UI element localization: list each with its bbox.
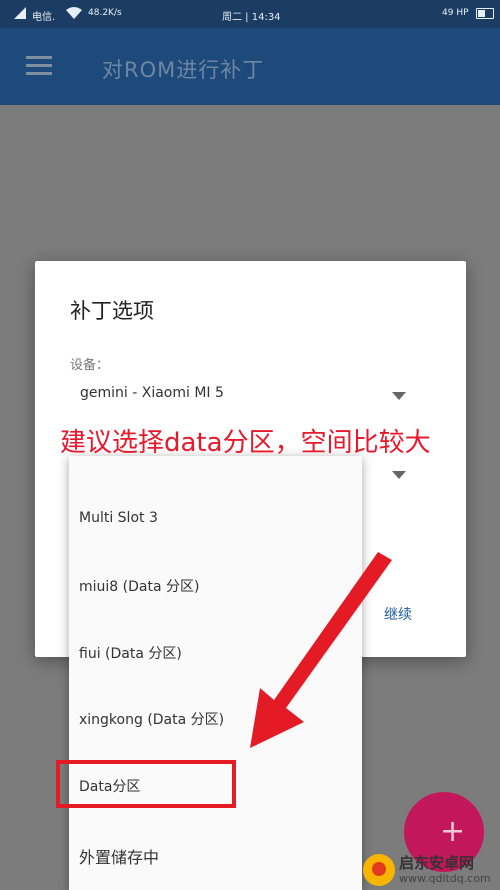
continue-button[interactable]: 继续 [384,604,412,624]
device-label: 设备： [70,358,110,373]
clock: 周二 | 14:34 [222,12,281,23]
dropdown-item[interactable]: xingkong (Data 分区) [79,709,224,729]
watermark-name: 启东安卓网 [399,854,475,872]
page-title: 对ROM进行补丁 [102,58,265,82]
dropdown-item[interactable]: miui8 (Data 分区) [79,576,199,596]
signal-icon [14,7,26,19]
carrier-text: 电信. [32,12,56,23]
plus-icon: + [440,814,466,849]
app-bar: 对ROM进行补丁 [0,28,500,105]
battery-icon [476,8,494,19]
highlight-box [56,760,236,808]
dropdown-item[interactable]: Multi Slot 3 [79,510,158,526]
battery-text: 49 HP [442,8,469,18]
watermark-logo-icon [363,854,395,886]
dropdown-item[interactable]: 外置储存中 [79,844,159,868]
annotation-text: 建议选择data分区，空间比较大 [60,428,431,458]
menu-icon[interactable] [26,56,52,76]
chevron-down-icon[interactable] [392,392,406,400]
watermark-url: www.qdltdq.com [399,872,491,885]
device-select[interactable]: gemini - Xiaomi MI 5 [80,385,224,401]
watermark: 启东安卓网 www.qdltdq.com [363,852,500,890]
wifi-icon [66,7,82,19]
network-speed: 48.2K/s [88,8,122,18]
status-bar: 电信. 48.2K/s 周二 | 14:34 49 HP [0,0,500,28]
dialog-title: 补丁选项 [70,299,154,323]
dropdown-item[interactable]: fiui (Data 分区) [79,643,182,663]
chevron-down-icon[interactable] [392,471,406,479]
slot-dropdown-menu: Multi Slot 3 miui8 (Data 分区) fiui (Data … [69,456,362,890]
